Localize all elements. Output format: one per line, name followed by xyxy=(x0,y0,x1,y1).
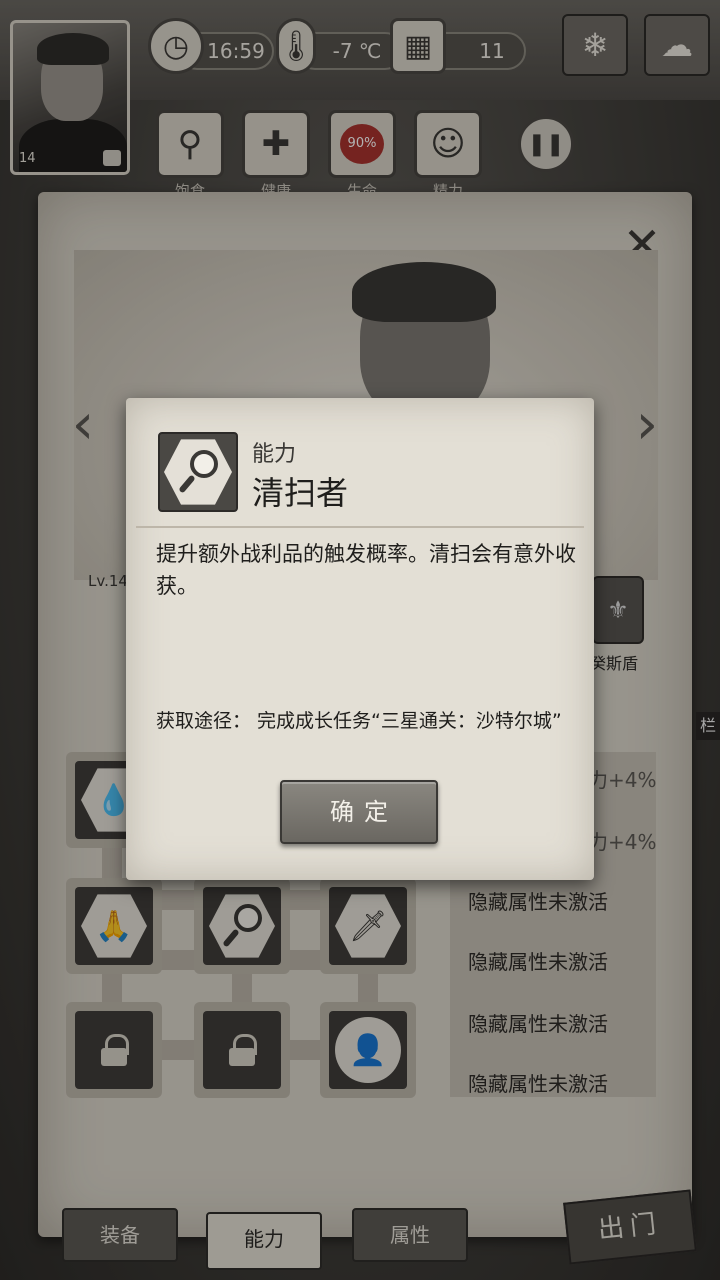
dialog-description: 提升额外战利品的触发概率。清扫会有意外收获。 xyxy=(156,542,576,598)
dialog-category: 能力 xyxy=(252,442,297,467)
skill-detail-dialog: 能力 清扫者 提升额外战利品的触发概率。清扫会有意外收获。 获取途径： 完成成长… xyxy=(126,398,594,880)
confirm-button[interactable]: 确定 xyxy=(280,780,438,844)
skill-icon-frame xyxy=(158,432,238,512)
dialog-source: 获取途径： 完成成长任务“三星通关：沙特尔城” xyxy=(156,710,562,732)
dialog-title: 清扫者 xyxy=(252,474,349,512)
magnifier-icon xyxy=(164,439,232,505)
dialog-divider xyxy=(136,526,584,528)
